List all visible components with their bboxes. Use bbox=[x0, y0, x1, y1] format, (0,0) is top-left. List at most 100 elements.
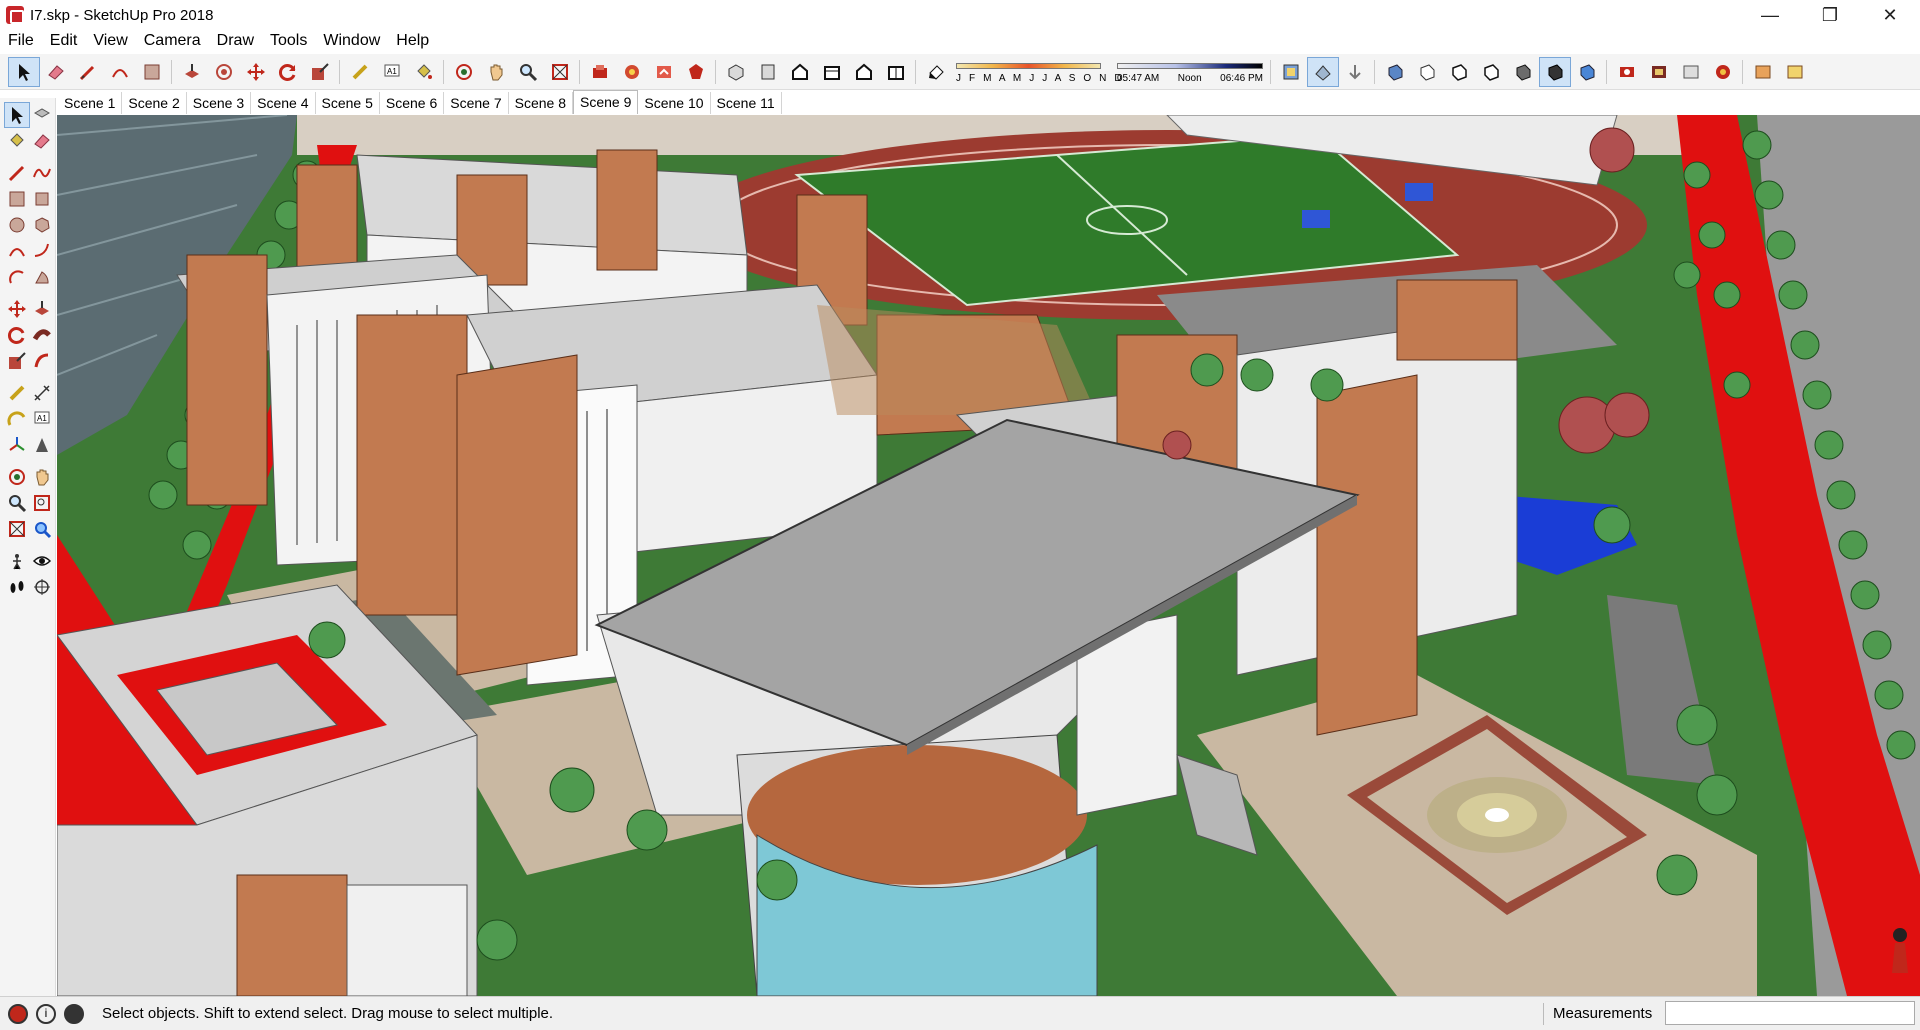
xray-button[interactable] bbox=[1307, 56, 1339, 87]
rotate-tool[interactable] bbox=[4, 322, 30, 348]
zoom-tool[interactable] bbox=[4, 490, 30, 516]
shadows-toggle-button[interactable] bbox=[920, 57, 952, 87]
scale-tool[interactable] bbox=[4, 348, 30, 374]
tab-scene-7[interactable]: Scene 7 bbox=[444, 92, 509, 114]
tab-scene-10[interactable]: Scene 10 bbox=[638, 92, 711, 114]
look-around-tool[interactable] bbox=[30, 548, 56, 574]
freehand-tool[interactable] bbox=[30, 160, 56, 186]
3d-text-tool[interactable] bbox=[30, 432, 56, 458]
move-button[interactable] bbox=[240, 57, 272, 87]
wireframe-button[interactable] bbox=[1379, 57, 1411, 87]
shaded-textures-button[interactable] bbox=[1475, 57, 1507, 87]
zoom-window-tool[interactable] bbox=[30, 490, 56, 516]
menu-camera[interactable]: Camera bbox=[136, 32, 209, 50]
menu-help[interactable]: Help bbox=[388, 32, 437, 50]
tab-scene-2[interactable]: Scene 2 bbox=[122, 92, 187, 114]
tape-measure-tool[interactable] bbox=[4, 380, 30, 406]
styles-button[interactable] bbox=[1539, 56, 1571, 87]
warehouse-button[interactable] bbox=[584, 57, 616, 87]
back-edges-button[interactable] bbox=[1339, 57, 1371, 87]
rotate-button[interactable] bbox=[272, 57, 304, 87]
entity-info-button[interactable] bbox=[1675, 57, 1707, 87]
select-tool[interactable] bbox=[4, 102, 30, 128]
section-plane-tool[interactable] bbox=[30, 574, 56, 600]
time-slider[interactable]: 05:47 AM Noon 06:46 PM bbox=[1117, 58, 1263, 86]
shaded-button[interactable] bbox=[1443, 57, 1475, 87]
circle-tool[interactable] bbox=[4, 212, 30, 238]
shape-tool-button[interactable] bbox=[136, 57, 168, 87]
menu-edit[interactable]: Edit bbox=[42, 32, 86, 50]
make-component-tool[interactable] bbox=[30, 102, 55, 128]
follow-me-tool[interactable] bbox=[30, 322, 56, 348]
model-viewport[interactable] bbox=[57, 115, 1920, 996]
tab-scene-4[interactable]: Scene 4 bbox=[251, 92, 316, 114]
front-view-button[interactable] bbox=[784, 57, 816, 87]
style-builder-button[interactable] bbox=[1779, 57, 1811, 87]
text-button[interactable]: A1 bbox=[376, 57, 408, 87]
iso-view-button[interactable] bbox=[720, 57, 752, 87]
arc-tool-button[interactable] bbox=[104, 57, 136, 87]
menu-tools[interactable]: Tools bbox=[262, 32, 315, 50]
pie-tool[interactable] bbox=[30, 264, 56, 290]
line-tool[interactable] bbox=[4, 160, 30, 186]
axes-tool[interactable] bbox=[4, 432, 30, 458]
date-slider[interactable]: J F M A M J J A S O N D bbox=[956, 58, 1122, 86]
layers-button[interactable] bbox=[1275, 57, 1307, 87]
pan-tool[interactable] bbox=[30, 464, 56, 490]
monochrome-button[interactable] bbox=[1507, 57, 1539, 87]
layout-button[interactable] bbox=[1747, 57, 1779, 87]
select-tool-button[interactable] bbox=[8, 56, 40, 87]
two-point-arc-tool[interactable] bbox=[30, 238, 56, 264]
menu-file[interactable]: File bbox=[0, 32, 42, 50]
offset-tool[interactable] bbox=[30, 348, 56, 374]
tape-measure-button[interactable] bbox=[344, 57, 376, 87]
pan-button[interactable] bbox=[480, 57, 512, 87]
line-tool-button[interactable] bbox=[72, 57, 104, 87]
tab-scene-5[interactable]: Scene 5 bbox=[316, 92, 380, 114]
tab-scene-6[interactable]: Scene 6 bbox=[380, 92, 445, 114]
credits-info-icon[interactable]: i bbox=[36, 1003, 56, 1024]
orbit-button[interactable] bbox=[448, 57, 480, 87]
zoom-extents-button[interactable] bbox=[544, 57, 576, 87]
tab-scene-8[interactable]: Scene 8 bbox=[509, 92, 573, 114]
polygon-tool[interactable] bbox=[30, 212, 56, 238]
tab-scene-11[interactable]: Scene 11 bbox=[711, 92, 782, 114]
push-pull-button[interactable] bbox=[176, 57, 208, 87]
geolocation-icon[interactable] bbox=[8, 1003, 28, 1024]
menu-view[interactable]: View bbox=[85, 32, 135, 50]
protractor-tool[interactable] bbox=[4, 406, 30, 432]
section-button[interactable] bbox=[1571, 57, 1603, 87]
right-view-button[interactable] bbox=[816, 57, 848, 87]
zoom-extents-tool[interactable] bbox=[4, 516, 30, 542]
hidden-line-button[interactable] bbox=[1411, 57, 1443, 87]
tab-scene-1[interactable]: Scene 1 bbox=[58, 92, 123, 114]
restore-button[interactable]: ❐ bbox=[1800, 0, 1860, 30]
minimize-button[interactable]: — bbox=[1740, 0, 1800, 30]
menu-window[interactable]: Window bbox=[315, 32, 388, 50]
orbit-tool[interactable] bbox=[4, 464, 30, 490]
dimension-tool[interactable] bbox=[30, 380, 56, 406]
top-view-button[interactable] bbox=[752, 57, 784, 87]
three-point-arc-tool[interactable] bbox=[4, 264, 30, 290]
walk-tool[interactable] bbox=[4, 574, 30, 600]
rotated-rectangle-tool[interactable] bbox=[30, 186, 56, 212]
get-models-button[interactable] bbox=[648, 57, 680, 87]
paint-bucket-tool[interactable] bbox=[4, 128, 30, 154]
close-button[interactable]: ✕ bbox=[1860, 0, 1920, 30]
text-tool[interactable]: A1 bbox=[30, 406, 56, 432]
position-camera-tool[interactable] bbox=[4, 548, 30, 574]
eraser-tool-button[interactable] bbox=[40, 57, 72, 87]
offset-button[interactable] bbox=[208, 57, 240, 87]
scale-button[interactable] bbox=[304, 57, 336, 87]
zoom-button[interactable] bbox=[512, 57, 544, 87]
left-view-button[interactable] bbox=[880, 57, 912, 87]
component-options-button[interactable] bbox=[1611, 57, 1643, 87]
back-view-button[interactable] bbox=[848, 57, 880, 87]
sandbox-button[interactable] bbox=[1707, 57, 1739, 87]
rectangle-tool[interactable] bbox=[4, 186, 30, 212]
move-tool[interactable] bbox=[4, 296, 30, 322]
tab-scene-3[interactable]: Scene 3 bbox=[187, 92, 252, 114]
materials-button[interactable] bbox=[1643, 57, 1675, 87]
user-account-icon[interactable] bbox=[64, 1003, 84, 1024]
tab-scene-9[interactable]: Scene 9 bbox=[573, 90, 639, 114]
